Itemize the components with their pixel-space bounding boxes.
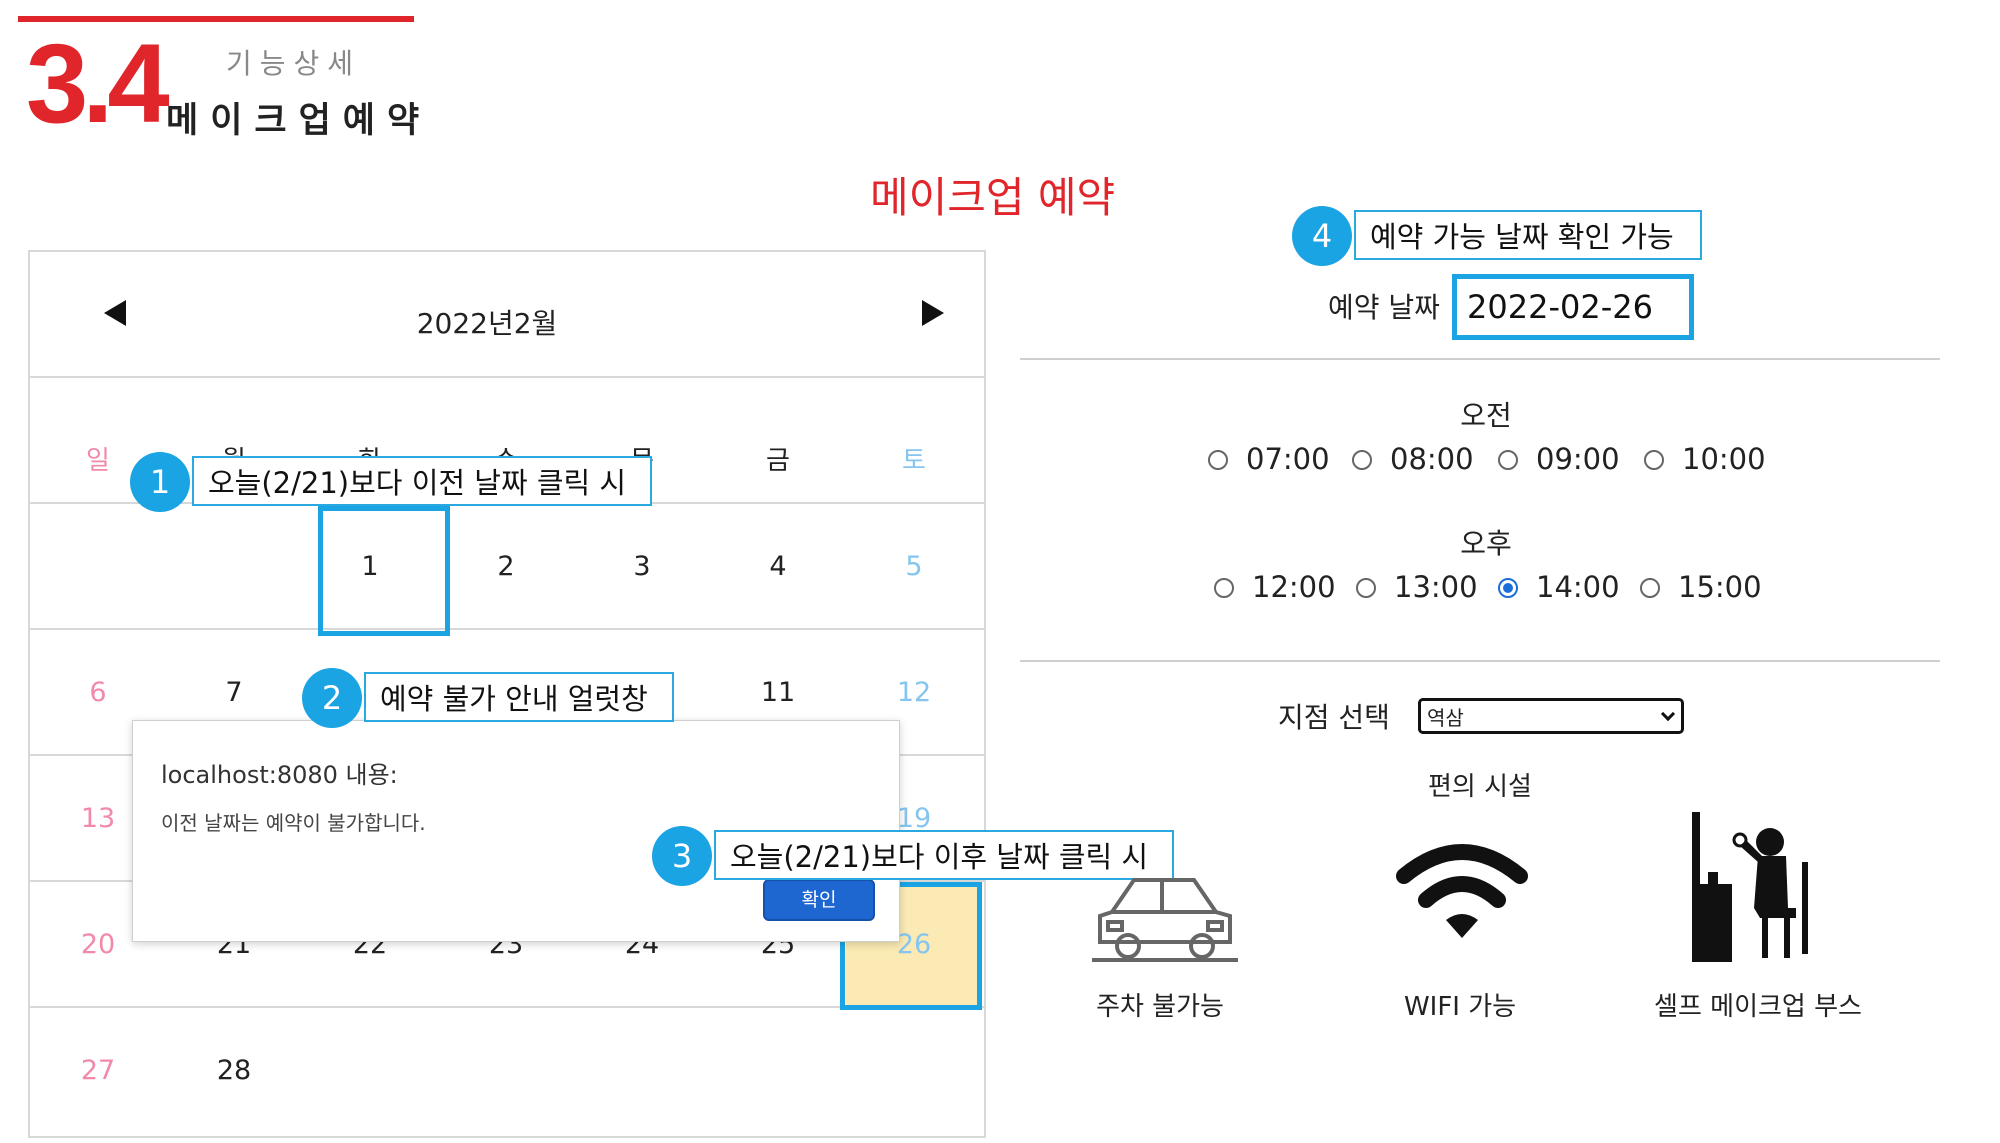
section-number: 3.4 (26, 21, 170, 146)
alert-message: 이전 날짜는 예약이 불가합니다. (161, 811, 426, 835)
page-title: 메이크업 예약 (870, 173, 1116, 222)
section-subtitle: 기능상세 (226, 47, 362, 80)
weekday-fri: 금 (766, 446, 790, 476)
next-month-icon[interactable] (922, 300, 944, 326)
divider (1020, 358, 1940, 360)
radio-0800[interactable] (1352, 450, 1372, 470)
calendar-day-3[interactable]: 3 (574, 504, 710, 628)
facility-label-wifi: WIFI 가능 (1403, 992, 1517, 1022)
callout-4: 예약 가능 날짜 확인 가능 (1354, 210, 1702, 260)
radio-0700[interactable] (1208, 450, 1228, 470)
calendar-day-2[interactable]: 2 (438, 504, 574, 628)
calendar-header: 2022년2월 (30, 252, 984, 378)
alert-ok-button[interactable]: 확인 (763, 879, 875, 921)
radio-1500[interactable] (1640, 578, 1660, 598)
time-label-1400: 14:00 (1536, 570, 1620, 604)
time-label-1300: 13:00 (1394, 570, 1478, 604)
callout-3-badge: 3 (652, 826, 712, 886)
radio-1000[interactable] (1644, 450, 1664, 470)
calendar-week-row: 12345 (30, 504, 984, 630)
calendar-day-5[interactable]: 5 (846, 504, 982, 628)
branch-label: 지점 선택 (1278, 701, 1390, 734)
calendar-day-28[interactable]: 28 (166, 1008, 302, 1132)
highlight-day-1 (318, 506, 450, 636)
callout-2: 예약 불가 안내 얼럿창 (364, 672, 674, 722)
time-label-0700: 07:00 (1246, 442, 1330, 476)
morning-label: 오전 (1460, 399, 1512, 432)
divider (1020, 660, 1940, 662)
radio-0900[interactable] (1498, 450, 1518, 470)
facility-label-booth: 셀프 메이크업 부스 (1654, 992, 1862, 1022)
weekday-sat: 토 (902, 446, 926, 476)
facility-label-parking: 주차 불가능 (1096, 992, 1224, 1022)
callout-1: 오늘(2/21)보다 이전 날짜 클릭 시 (192, 456, 652, 506)
wifi-icon (1396, 844, 1528, 938)
date-field[interactable]: 2022-02-26 (1452, 274, 1694, 340)
facilities-title: 편의 시설 (1428, 772, 1532, 802)
makeup-booth-icon (1692, 812, 1808, 962)
callout-1-badge: 1 (130, 452, 190, 512)
time-label-0900: 09:00 (1536, 442, 1620, 476)
alert-title: localhost:8080 내용: (161, 761, 398, 789)
chevron-down-icon (1660, 706, 1676, 722)
branch-select[interactable]: 역삼 (1418, 698, 1684, 734)
calendar-day-4[interactable]: 4 (710, 504, 846, 628)
time-label-1200: 12:00 (1252, 570, 1336, 604)
radio-1300[interactable] (1356, 578, 1376, 598)
date-label: 예약 날짜 (1328, 291, 1440, 324)
section-title: 메이크업예약 (166, 101, 432, 141)
calendar-week-row: 27 28 (30, 1008, 984, 1134)
time-label-1000: 10:00 (1682, 442, 1766, 476)
calendar-month-label: 2022년2월 (416, 307, 558, 340)
time-label-1500: 15:00 (1678, 570, 1762, 604)
callout-2-badge: 2 (302, 668, 362, 728)
radio-1200[interactable] (1214, 578, 1234, 598)
radio-1400[interactable] (1498, 578, 1518, 598)
time-label-0800: 08:00 (1390, 442, 1474, 476)
calendar-day-27[interactable]: 27 (30, 1008, 166, 1132)
branch-select-value: 역삼 (1427, 705, 1464, 730)
car-icon (1092, 878, 1238, 962)
callout-4-badge: 4 (1292, 206, 1352, 266)
afternoon-label: 오후 (1460, 527, 1512, 560)
